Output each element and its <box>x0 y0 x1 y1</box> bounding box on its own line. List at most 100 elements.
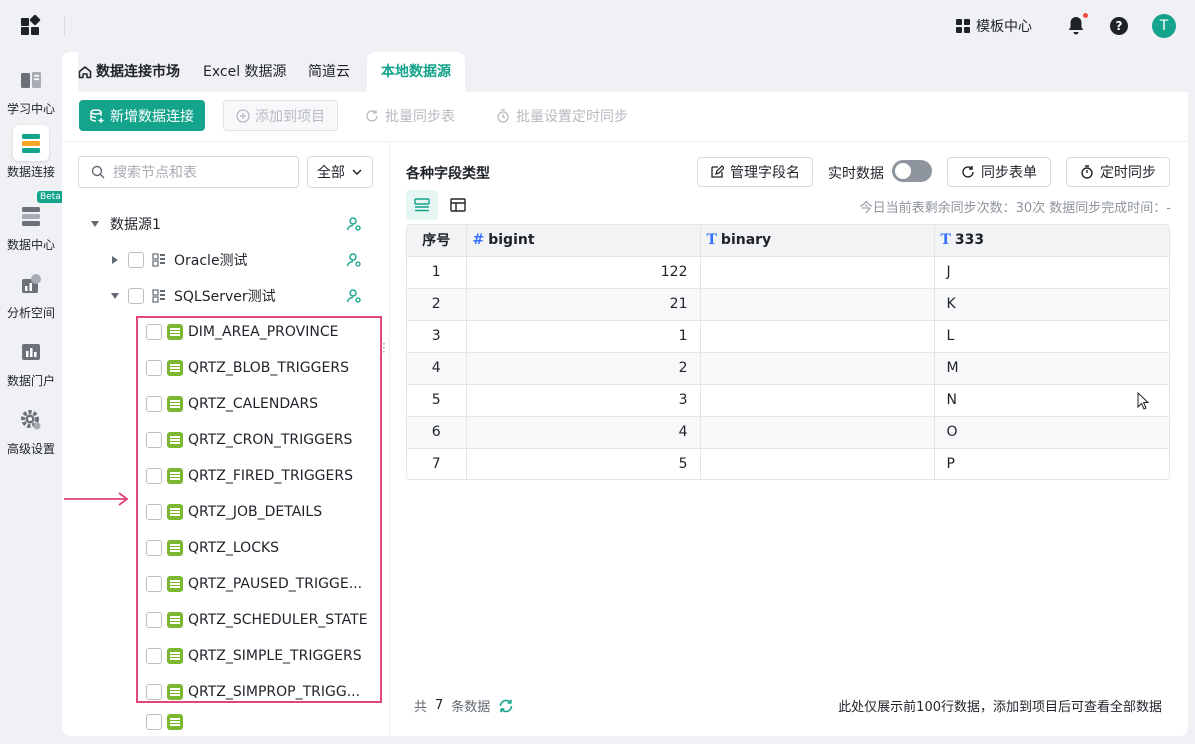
grid-header-row: 序号 # bigint Tbinary T 333 <box>407 225 1169 257</box>
app-grid-icon[interactable] <box>21 14 41 36</box>
resize-handle-icon[interactable]: · · · <box>382 338 386 358</box>
sync-icon <box>366 109 378 122</box>
sync-info-text: 今日当前表剩余同步次数：30次 数据同步完成时间：- <box>859 201 1171 216</box>
user-permission-icon[interactable] <box>346 252 362 268</box>
tab-market[interactable]: 数据连接市场 <box>70 52 188 92</box>
table-row: 53N <box>407 384 1169 417</box>
tab-label: 数据连接市场 <box>96 64 180 80</box>
avatar[interactable]: T <box>1152 14 1176 38</box>
tree-checkbox[interactable] <box>146 714 162 730</box>
list-view-icon <box>414 198 430 212</box>
batch-schedule-label: 批量设置定时同步 <box>516 108 628 125</box>
scope-value: 全部 <box>317 165 345 181</box>
column-header[interactable]: T 333 <box>934 225 1169 257</box>
gear-icon <box>13 402 49 438</box>
grid-icon <box>956 19 970 33</box>
home-icon <box>78 66 92 79</box>
rail-item-settings[interactable]: 高级设置 <box>0 402 62 457</box>
scope-select[interactable]: 全部 <box>307 156 373 188</box>
topbar-divider <box>64 16 65 36</box>
realtime-label: 实时数据 <box>828 166 884 182</box>
tab-jiandaoyun[interactable]: 简道云 <box>300 52 358 92</box>
rail-label: 学习中心 <box>6 102 55 116</box>
connection-icon <box>152 289 165 303</box>
manage-fields-label: 管理字段名 <box>730 165 800 181</box>
row-count-suffix: 条数据 <box>451 700 491 715</box>
rail-label: 分析空间 <box>6 306 55 320</box>
template-center-button[interactable]: 模板中心 <box>956 16 1032 36</box>
batch-sync-button[interactable]: 批量同步表 <box>365 100 455 131</box>
text-type-icon: T <box>940 232 951 249</box>
sync-icon <box>962 166 974 178</box>
template-center-label: 模板中心 <box>976 19 1032 35</box>
table-row: 1 122 J <box>407 256 1169 289</box>
table-title: 各种字段类型 <box>406 166 490 182</box>
tree-checkbox[interactable] <box>128 252 144 268</box>
table-icon <box>167 714 183 730</box>
table-view-icon <box>450 198 466 212</box>
rail-item-data-center[interactable]: Beta 数据中心 <box>0 191 64 253</box>
sync-table-label: 同步表单 <box>981 165 1037 181</box>
main-panel: 数据连接市场 Excel 数据源 简道云 本地数据源 新增数据连接 添加到项目 … <box>62 52 1188 736</box>
beta-badge: Beta <box>37 191 64 203</box>
row-count-value: 7 <box>435 698 444 713</box>
caret-right-icon[interactable] <box>110 255 120 265</box>
bell-icon[interactable] <box>1067 13 1088 36</box>
mouse-cursor-icon <box>1137 392 1149 410</box>
database-plus-icon <box>90 108 104 123</box>
rail-item-analysis[interactable]: 分析空间 <box>0 266 62 321</box>
tree-table-item-partial[interactable] <box>146 714 183 734</box>
table-row: 2 21 K <box>407 288 1169 321</box>
rail-label: 数据中心 <box>6 238 55 252</box>
table-view-button[interactable] <box>442 190 474 220</box>
manage-fields-button[interactable]: 管理字段名 <box>697 157 813 187</box>
tree-connection-oracle[interactable]: Oracle测试 <box>110 242 362 278</box>
left-rail: 学习中心 数据连接 Beta 数据中心 分析空间 数据门户 高级设置 <box>0 52 64 744</box>
column-header[interactable]: Tbinary <box>700 225 935 257</box>
tree-node-label: 数据源1 <box>110 217 161 233</box>
refresh-icon[interactable] <box>498 698 514 714</box>
help-icon[interactable]: ? <box>1110 17 1128 35</box>
tree-node-label: SQLServer测试 <box>174 289 276 305</box>
chevron-down-icon <box>352 169 362 176</box>
list-view-button[interactable] <box>406 190 438 220</box>
batch-sync-label: 批量同步表 <box>385 108 455 125</box>
bar-chart-icon <box>13 334 49 370</box>
rail-label: 数据连接 <box>6 165 55 179</box>
search-input[interactable]: 搜索节点和表 <box>78 156 299 188</box>
tab-excel[interactable]: Excel 数据源 <box>195 52 295 92</box>
user-permission-icon[interactable] <box>346 288 362 304</box>
rail-item-data-connect[interactable]: 数据连接 <box>0 125 62 180</box>
caret-down-icon[interactable] <box>110 291 120 301</box>
new-connection-label: 新增数据连接 <box>110 108 194 125</box>
tree-checkbox[interactable] <box>128 288 144 304</box>
tree-connection-sqlserver[interactable]: SQLServer测试 <box>110 278 362 314</box>
connection-icon <box>152 253 165 267</box>
column-header[interactable]: 序号 <box>407 225 467 257</box>
tab-local-source[interactable]: 本地数据源 <box>367 52 465 92</box>
chart-pie-icon <box>13 266 49 302</box>
user-permission-icon[interactable] <box>346 216 362 232</box>
tab-bar: 数据连接市场 Excel 数据源 简道云 本地数据源 <box>62 52 1188 92</box>
rail-item-learning[interactable]: 学习中心 <box>0 62 62 117</box>
preview-note: 此处仅展示前100行数据，添加到项目后可查看全部数据 <box>838 700 1162 715</box>
tree-root-node[interactable]: 数据源1 <box>90 206 362 242</box>
schedule-sync-button[interactable]: 定时同步 <box>1066 157 1170 187</box>
data-grid: 序号 # bigint Tbinary T 333 1 122 J 2 21 K 31L 4… <box>406 224 1170 480</box>
pane-divider <box>389 142 390 736</box>
toolbar: 新增数据连接 添加到项目 批量同步表 批量设置定时同步 <box>62 92 1188 142</box>
new-connection-button[interactable]: 新增数据连接 <box>79 100 205 131</box>
batch-schedule-button[interactable]: 批量设置定时同步 <box>496 100 628 131</box>
rail-item-portal[interactable]: 数据门户 <box>0 334 62 389</box>
column-header[interactable]: # bigint <box>466 225 701 257</box>
caret-down-icon[interactable] <box>90 219 100 229</box>
table-row: 42M <box>407 352 1169 385</box>
add-to-project-button[interactable]: 添加到项目 <box>223 100 338 131</box>
sync-table-button[interactable]: 同步表单 <box>947 157 1051 187</box>
rail-label: 数据门户 <box>6 374 55 388</box>
tree-node-label: Oracle测试 <box>174 253 248 269</box>
server-icon <box>13 198 49 234</box>
realtime-toggle[interactable] <box>892 160 932 182</box>
plus-circle-icon <box>236 108 250 123</box>
search-placeholder: 搜索节点和表 <box>113 165 197 181</box>
